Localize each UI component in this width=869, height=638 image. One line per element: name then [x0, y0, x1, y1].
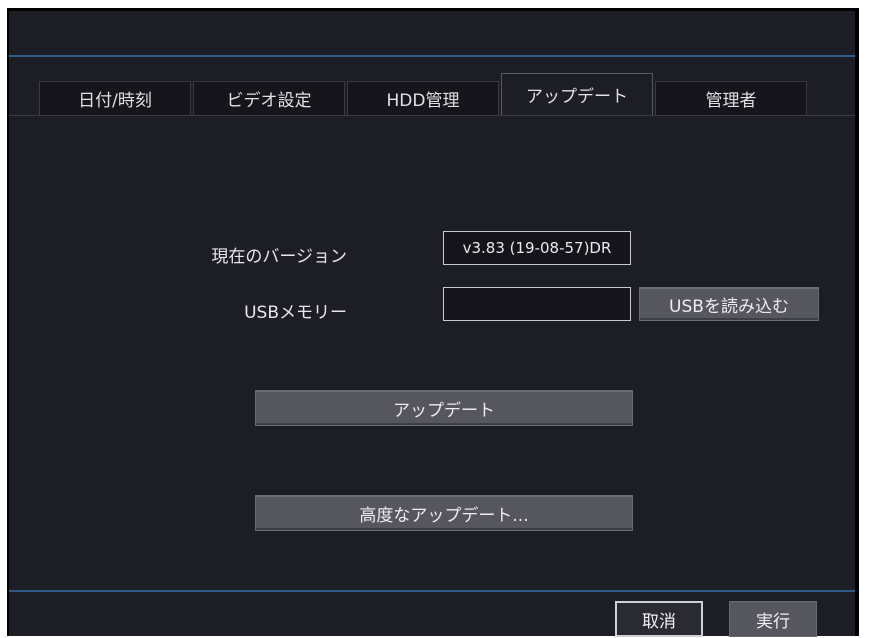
footer-divider	[9, 590, 855, 592]
update-panel: 現在のバージョン v3.83 (19-08-57)DR USBメモリー USBを…	[9, 115, 855, 591]
tab-date-time[interactable]: 日付/時刻	[39, 81, 191, 115]
current-version-label: 現在のバージョン	[211, 247, 347, 267]
advanced-update-button[interactable]: 高度なアップデート...	[255, 495, 633, 531]
execute-button[interactable]: 実行	[729, 601, 817, 637]
update-button[interactable]: アップデート	[255, 390, 633, 426]
usb-memory-field[interactable]	[443, 287, 631, 321]
current-version-value: v3.83 (19-08-57)DR	[443, 231, 631, 265]
tab-video-settings[interactable]: ビデオ設定	[193, 81, 345, 115]
tab-hdd-management[interactable]: HDD管理	[347, 81, 499, 115]
tab-bar: 日付/時刻 ビデオ設定 HDD管理 アップデート 管理者	[39, 71, 809, 115]
tab-administrator[interactable]: 管理者	[655, 81, 807, 115]
usb-memory-label: USBメモリー	[244, 303, 347, 323]
header-divider	[9, 55, 855, 57]
settings-window: 日付/時刻 ビデオ設定 HDD管理 アップデート 管理者 現在のバージョン v3…	[7, 8, 859, 637]
tab-update[interactable]: アップデート	[501, 73, 653, 115]
cancel-button[interactable]: 取消	[615, 601, 703, 637]
load-usb-button[interactable]: USBを読み込む	[639, 287, 819, 321]
